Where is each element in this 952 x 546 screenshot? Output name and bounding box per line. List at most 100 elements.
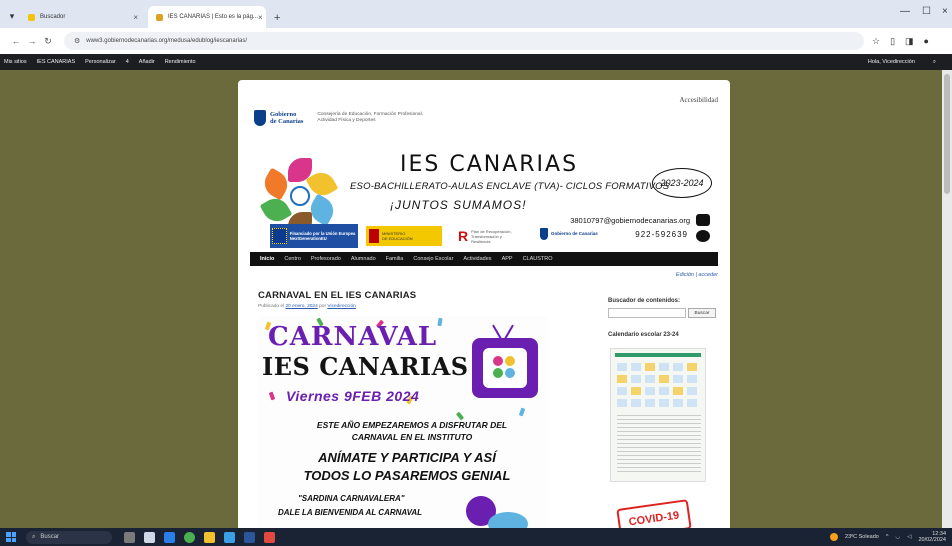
tab-ies-canarias[interactable]: IES CANARIAS | Esto es la pág... × xyxy=(148,6,266,28)
tab-list-icon[interactable]: ▾ xyxy=(4,6,20,26)
bookmark-comments[interactable]: 4 xyxy=(126,59,129,65)
main-menu: Inicio Centro Profesorado Alumnado Famil… xyxy=(250,252,718,266)
new-tab-button[interactable]: + xyxy=(274,12,280,24)
covid-stamp[interactable]: COVID-19 xyxy=(616,499,692,528)
edge-icon[interactable] xyxy=(164,531,175,543)
eu-flag-icon xyxy=(272,228,287,244)
windows-taskbar: ⌕ Buscar 23ºC Soleado ^ ◡ ◁ 12:34 20/02/… xyxy=(0,528,952,546)
gobierno-logo[interactable]: Gobierno de Canarias Consejería de Educa… xyxy=(254,110,427,126)
url-field[interactable]: ⚙ www3.gobiernodecanarias.org/medusa/edu… xyxy=(64,32,864,50)
tab-title: IES CANARIAS | Esto es la pág... xyxy=(168,14,258,20)
tab-buscador[interactable]: Buscador × xyxy=(20,6,146,28)
menu-familia[interactable]: Familia xyxy=(386,256,404,262)
menu-actividades[interactable]: Actividades xyxy=(463,256,491,262)
clock[interactable]: 12:34 20/02/2024 xyxy=(918,531,946,543)
site-info-icon[interactable]: ⚙ xyxy=(74,37,80,45)
sidebar-icon[interactable]: ◨ xyxy=(905,36,914,47)
favicon-icon xyxy=(156,13,163,21)
profile-icon[interactable]: ● xyxy=(924,36,929,47)
weather-sun-icon xyxy=(830,533,839,541)
phone-icon xyxy=(696,230,710,242)
blog-page: Accesibilidad Gobierno de Canarias Conse… xyxy=(238,80,730,528)
banner-years: 2023-2024 xyxy=(652,168,712,198)
weather-text[interactable]: 23ºC Soleado xyxy=(845,534,879,540)
poster-carnaval: CARNAVAL xyxy=(268,322,438,352)
search-button[interactable]: Buscar xyxy=(688,308,716,318)
calendar-heading: Calendario escolar 23-24 xyxy=(608,332,679,338)
app-icon[interactable] xyxy=(264,531,275,543)
taskbar-search[interactable]: ⌕ Buscar xyxy=(26,530,112,544)
menu-alumnado[interactable]: Alumnado xyxy=(351,256,376,262)
volume-icon[interactable]: ◁ xyxy=(907,534,911,540)
poster-line4: TODOS LO PASAREMOS GENIAL xyxy=(303,468,511,483)
banner-title: IES CANARIAS xyxy=(400,152,579,177)
eu-funding-logo: Financiado por la Unión Europea NextGene… xyxy=(270,224,358,248)
back-icon[interactable]: ← xyxy=(8,36,24,46)
network-icon[interactable]: ◡ xyxy=(895,534,900,540)
bookmarks-bar: Mis sitios IES CANARIAS Personalizar 4 A… xyxy=(0,54,952,70)
menu-claustro[interactable]: CLAUSTRO xyxy=(523,256,553,262)
content-search: Buscar xyxy=(608,308,716,318)
shield-icon xyxy=(254,110,266,126)
poster-ies: IES CANARIAS xyxy=(262,352,469,381)
close-tab-icon[interactable]: × xyxy=(258,13,263,22)
logo-line1: Gobierno xyxy=(270,111,297,118)
header-banner[interactable]: IES CANARIAS ESO-BACHILLERATO-AULAS ENCL… xyxy=(250,150,718,252)
reload-icon[interactable]: ↻ xyxy=(40,36,56,47)
url-text: www3.gobiernodecanarias.org/medusa/edubl… xyxy=(86,38,248,44)
bookmark-anadir[interactable]: Añadir xyxy=(139,59,155,65)
accessibility-link[interactable]: Accesibilidad xyxy=(680,96,719,104)
menu-centro[interactable]: Centro xyxy=(284,256,301,262)
search-heading: Buscador de contenidos: xyxy=(608,298,681,304)
carnaval-poster[interactable]: CARNAVAL IES CANARIAS Viernes 9FEB 2024 … xyxy=(258,316,548,528)
poster-line3: ANÍMATE Y PARTICIPA Y ASÍ xyxy=(318,450,496,465)
chevron-up-icon[interactable]: ^ xyxy=(886,534,889,540)
bookmark-personalizar[interactable]: Personalizar xyxy=(85,59,116,65)
banner-slogan: ¡JUNTOS SUMAMOS! xyxy=(390,198,527,212)
bookmark-ies-canarias[interactable]: IES CANARIAS xyxy=(37,59,76,65)
close-tab-icon[interactable]: × xyxy=(133,13,138,22)
spain-ministry-logo: MINISTERIO DE EDUCACIÓN xyxy=(366,226,442,246)
menu-consejo-escolar[interactable]: Consejo Escolar xyxy=(413,256,453,262)
menu-inicio[interactable]: Inicio xyxy=(260,256,274,262)
system-tray: 23ºC Soleado ^ ◡ ◁ 12:34 20/02/2024 xyxy=(830,528,946,546)
bookmark-mis-sitios[interactable]: Mis sitios xyxy=(4,59,27,65)
logo-line2: de Canarias xyxy=(270,118,304,125)
widgets-icon[interactable] xyxy=(124,531,135,543)
search-icon[interactable]: ⌕ xyxy=(933,59,936,66)
post-date-link[interactable]: 20 enero, 2024 xyxy=(285,304,317,309)
bookmark-star-icon[interactable]: ☆ xyxy=(872,36,880,47)
search-icon: ⌕ xyxy=(32,533,36,540)
download-icon[interactable]: ▯ xyxy=(890,36,895,47)
banner-subtitle: ESO-BACHILLERATO-AULAS ENCLAVE (TVA)- CI… xyxy=(350,181,670,192)
forward-icon[interactable]: → xyxy=(24,36,40,46)
envelope-icon xyxy=(696,214,710,226)
tv-icon xyxy=(472,324,538,398)
chrome-icon[interactable] xyxy=(184,531,195,543)
address-bar: ← → ↻ ⚙ www3.gobiernodecanarias.org/medu… xyxy=(0,28,952,54)
admin-greeting[interactable]: Hola, Vicedirección xyxy=(868,59,915,65)
post-title[interactable]: CARNAVAL EN EL IES CANARIAS xyxy=(258,290,416,301)
maximize-button[interactable]: ☐ xyxy=(922,6,931,17)
favicon-icon xyxy=(28,13,35,21)
close-window-button[interactable]: × xyxy=(942,6,948,17)
prtr-logo: R Plan de Recuperación, Transformación y… xyxy=(458,228,512,244)
store-icon[interactable] xyxy=(224,531,235,543)
post-author-link[interactable]: Vicedirección xyxy=(327,304,355,309)
shield-icon xyxy=(540,228,548,240)
task-view-icon[interactable] xyxy=(144,531,155,543)
tab-strip: ▾ Buscador × IES CANARIAS | Esto es la p… xyxy=(0,0,952,28)
menu-profesorado[interactable]: Profesorado xyxy=(311,256,341,262)
bookmark-rendimiento[interactable]: Rendimiento xyxy=(165,59,196,65)
file-explorer-icon[interactable] xyxy=(204,531,215,543)
search-input[interactable] xyxy=(608,308,686,318)
scrollbar-thumb[interactable] xyxy=(944,74,950,194)
word-icon[interactable] xyxy=(244,531,255,543)
minimize-button[interactable]: — xyxy=(900,6,910,17)
menu-app[interactable]: APP xyxy=(502,256,513,262)
school-calendar-image[interactable] xyxy=(610,348,706,482)
edit-links[interactable]: Edición | acceder xyxy=(676,272,718,278)
decoration-icon xyxy=(488,512,528,528)
page-scrollbar[interactable] xyxy=(942,70,952,528)
windows-start-icon[interactable] xyxy=(6,532,16,542)
